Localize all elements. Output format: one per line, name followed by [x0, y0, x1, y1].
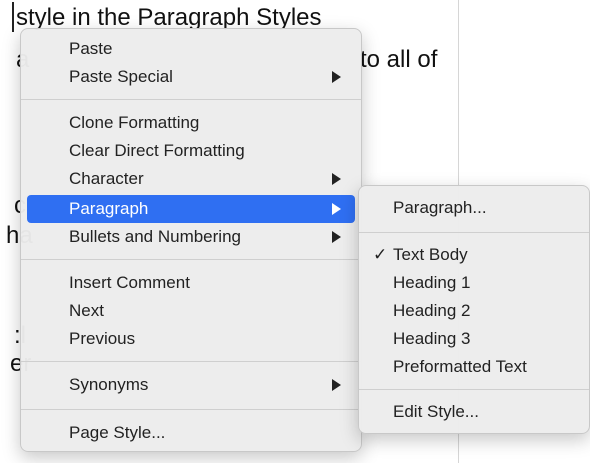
menu-item-label: Edit Style... [393, 402, 479, 421]
submenu-arrow-icon [332, 203, 341, 215]
menu-item-label: Page Style... [69, 423, 166, 442]
menu-separator [21, 409, 361, 410]
menu-item-label: Preformatted Text [393, 357, 527, 376]
paragraph-submenu: Paragraph... ✓ Text Body Heading 1 Headi… [358, 185, 590, 434]
menu-item-clone-formatting[interactable]: Clone Formatting [27, 109, 355, 137]
menu-separator [21, 259, 361, 260]
submenu-arrow-icon [332, 231, 341, 243]
menu-item-label: Character [69, 169, 144, 188]
menu-item-clear-direct-formatting[interactable]: Clear Direct Formatting [27, 137, 355, 165]
menu-item-label: Heading 1 [393, 273, 471, 292]
submenu-item-text-body[interactable]: ✓ Text Body [365, 241, 583, 269]
submenu-item-preformatted-text[interactable]: Preformatted Text [365, 353, 583, 381]
menu-item-label: Heading 2 [393, 301, 471, 320]
menu-separator [21, 99, 361, 100]
menu-item-label: Next [69, 301, 104, 320]
menu-item-label: Clear Direct Formatting [69, 141, 245, 160]
menu-item-insert-comment[interactable]: Insert Comment [27, 269, 355, 297]
menu-item-label: Text Body [393, 245, 468, 264]
submenu-item-edit-style[interactable]: Edit Style... [365, 398, 583, 426]
menu-item-paragraph[interactable]: Paragraph [27, 195, 355, 223]
menu-item-paste[interactable]: Paste [27, 35, 355, 63]
menu-item-synonyms[interactable]: Synonyms [27, 371, 355, 399]
submenu-arrow-icon [332, 173, 341, 185]
submenu-item-heading-3[interactable]: Heading 3 [365, 325, 583, 353]
menu-item-next[interactable]: Next [27, 297, 355, 325]
menu-item-character[interactable]: Character [27, 165, 355, 193]
menu-item-label: Paragraph [69, 199, 149, 218]
checkmark-icon: ✓ [373, 245, 388, 264]
menu-item-label: Paste [69, 39, 113, 58]
menu-item-page-style[interactable]: Page Style... [27, 419, 355, 447]
submenu-item-heading-1[interactable]: Heading 1 [365, 269, 583, 297]
menu-item-paste-special[interactable]: Paste Special [27, 63, 355, 91]
menu-item-label: Previous [69, 329, 136, 348]
submenu-arrow-icon [332, 379, 341, 391]
menu-item-label: Clone Formatting [69, 113, 200, 132]
submenu-arrow-icon [332, 71, 341, 83]
document-text-line-2-right: to all of [360, 46, 438, 73]
menu-item-label: Insert Comment [69, 273, 190, 292]
text-cursor [12, 2, 14, 32]
menu-item-previous[interactable]: Previous [27, 325, 355, 353]
menu-item-label: Synonyms [69, 375, 149, 394]
context-menu: Paste Paste Special Clone Formatting Cle… [20, 28, 362, 452]
submenu-item-paragraph-dialog[interactable]: Paragraph... [365, 194, 583, 222]
menu-item-label: Paragraph... [393, 198, 487, 217]
menu-item-label: Heading 3 [393, 329, 471, 348]
menu-item-label: Bullets and Numbering [69, 227, 241, 246]
submenu-item-heading-2[interactable]: Heading 2 [365, 297, 583, 325]
menu-separator [359, 389, 589, 390]
menu-separator [359, 232, 589, 233]
menu-item-label: Paste Special [69, 67, 173, 86]
menu-item-bullets-and-numbering[interactable]: Bullets and Numbering [27, 223, 355, 251]
menu-separator [21, 361, 361, 362]
